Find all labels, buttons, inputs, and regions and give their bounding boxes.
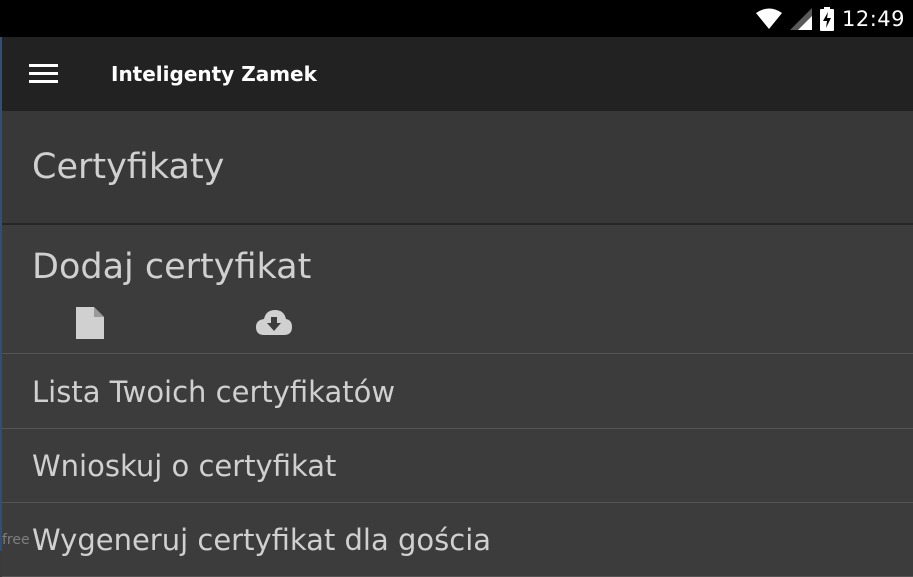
- watermark: free: [2, 532, 30, 548]
- file-icon[interactable]: [76, 307, 104, 343]
- menu-item-label: Wygeneruj certyfikat dla gościa: [32, 523, 492, 557]
- app-title: Inteligenty Zamek: [111, 62, 317, 86]
- add-certificate-section: Dodaj certyfikat: [2, 225, 913, 354]
- status-time: 12:49: [841, 6, 905, 31]
- add-certificate-title: Dodaj certyfikat: [32, 247, 312, 287]
- status-icons: 12:49: [755, 0, 905, 37]
- battery-charging-icon: [819, 6, 834, 31]
- menu-item-label: Lista Twoich certyfikatów: [32, 375, 396, 409]
- menu-item-guest-certificate[interactable]: Wygeneruj certyfikat dla gościa: [2, 503, 913, 577]
- cloud-download-icon[interactable]: [256, 309, 292, 339]
- page-title: Certyfikaty: [32, 147, 225, 187]
- status-bar: 12:49: [0, 0, 913, 37]
- wifi-icon: [755, 8, 782, 29]
- menu-item-certificate-list[interactable]: Lista Twoich certyfikatów: [2, 355, 913, 429]
- menu-item-label: Wnioskuj o certyfikat: [32, 449, 337, 483]
- page-header: Certyfikaty: [2, 111, 913, 225]
- menu-icon[interactable]: [29, 64, 58, 84]
- signal-icon: [789, 7, 812, 30]
- app-bar: Inteligenty Zamek: [0, 37, 913, 111]
- menu-item-request-certificate[interactable]: Wnioskuj o certyfikat: [2, 429, 913, 503]
